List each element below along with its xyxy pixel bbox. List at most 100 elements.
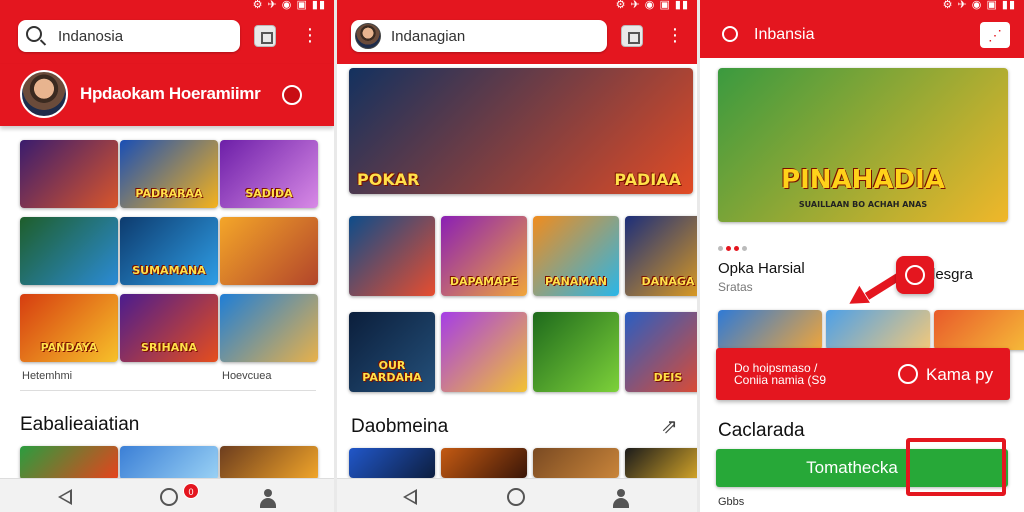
avatar[interactable] xyxy=(20,70,68,118)
game-tile[interactable] xyxy=(533,312,619,392)
search-bar[interactable]: Indanagian xyxy=(351,20,607,52)
panel-line-2: Coniia namia (S9 xyxy=(734,373,827,387)
game-tile[interactable]: PANDAYA xyxy=(20,294,118,362)
game-tile[interactable] xyxy=(220,294,318,362)
game-tile[interactable]: DANAGA xyxy=(625,216,697,296)
play-panel[interactable]: Do hoipsmaso / Coniia namia (S9 Kama py xyxy=(716,348,1010,400)
screen-game-detail: ⚙ ✈ ◉ ▣ ▮▮ Inbansia ⋰ PINAHADIA SUAILLAA… xyxy=(700,0,1024,512)
tile-title: SADIDA xyxy=(245,187,293,200)
game-tile[interactable]: PADRARAA xyxy=(120,140,218,208)
section-title: Caclarada xyxy=(718,420,805,441)
game-tile[interactable]: SADIDA xyxy=(220,140,318,208)
home-icon[interactable] xyxy=(160,488,178,506)
game-tile[interactable]: SUMAMANA xyxy=(120,217,218,285)
tile-title: DANAGA xyxy=(641,275,695,288)
banner-right-text: PADIAA xyxy=(614,170,681,189)
game-tile[interactable] xyxy=(441,312,527,392)
status-icons: ⚙ ✈ ◉ ▣ ▮▮ xyxy=(252,0,326,11)
game-tile[interactable]: PANAMAN xyxy=(533,216,619,296)
game-tile[interactable] xyxy=(625,448,697,478)
grid-label-right: Hoevcuea xyxy=(222,370,272,382)
profile-icon[interactable] xyxy=(260,489,276,509)
timer-icon xyxy=(896,256,934,294)
carousel-indicator[interactable] xyxy=(718,238,750,256)
nav-bar: 0 xyxy=(0,478,334,512)
game-tile[interactable]: DAPAMAPE xyxy=(441,216,527,296)
search-icon[interactable] xyxy=(722,26,738,42)
avatar[interactable] xyxy=(355,23,381,49)
tile-title: DEIS xyxy=(653,371,683,384)
see-more-arrow-icon[interactable]: ⇗ xyxy=(661,414,678,439)
game-tile[interactable] xyxy=(20,140,118,208)
hero-subtitle: SUAILLAAN BO ACHAH ANAS xyxy=(798,200,928,209)
back-icon[interactable] xyxy=(403,489,417,505)
profile-header[interactable]: Hpdaokam Hoeramiimr xyxy=(0,64,334,126)
game-tile[interactable] xyxy=(220,446,318,480)
panel-info: Do hoipsmaso / Coniia namia (S9 xyxy=(734,362,826,386)
highlight-box xyxy=(906,438,1006,496)
cast-icon[interactable] xyxy=(621,25,643,47)
tile-title: SUMAMANA xyxy=(132,264,206,277)
game-tile[interactable] xyxy=(20,217,118,285)
game-tile[interactable] xyxy=(441,448,527,478)
tile-title: OUR PARDAHA xyxy=(362,359,422,384)
play-icon[interactable] xyxy=(898,364,918,384)
app-bar: Inbansia ⋰ xyxy=(700,12,1024,58)
divider xyxy=(20,390,316,391)
more-menu-icon[interactable]: · · · xyxy=(671,19,679,51)
back-icon[interactable] xyxy=(58,489,72,505)
game-subtitle: Sratas xyxy=(718,280,753,294)
game-title: Opka Harsial xyxy=(718,260,805,277)
app-bar: Indanagian · · · xyxy=(337,12,697,64)
game-tile[interactable]: SRIHANA xyxy=(120,294,218,362)
grid-label-left: Hetemhmi xyxy=(22,370,73,382)
game-tile[interactable]: OUR PARDAHA xyxy=(349,312,435,392)
profile-name: Hpdaokam Hoeramiimr xyxy=(80,84,261,103)
featured-banner[interactable]: POKAR PADIAA xyxy=(349,68,693,194)
hero-title: PINAHADIA xyxy=(781,165,945,195)
pointer-arrow-head xyxy=(844,285,870,313)
screenshot-thumb[interactable] xyxy=(826,310,930,350)
game-tile[interactable] xyxy=(120,446,218,480)
game-tile[interactable] xyxy=(349,216,435,296)
game-tile[interactable]: DEIS xyxy=(625,312,697,392)
section-title: Eabalieaiatian xyxy=(20,414,140,435)
search-input[interactable]: Inbansia xyxy=(754,26,815,44)
tile-title: DAPAMAPE xyxy=(449,275,519,288)
more-menu-icon[interactable]: · · · xyxy=(306,19,314,51)
search-input[interactable]: Indanosia xyxy=(58,28,123,45)
tile-title: PADRARAA xyxy=(135,187,203,200)
status-icons: ⚙ ✈ ◉ ▣ ▮▮ xyxy=(942,0,1016,11)
search-input[interactable]: Indanagian xyxy=(391,28,465,45)
side-text: lesgra xyxy=(932,266,973,283)
screen-browse: ⚙ ✈ ◉ ▣ ▮▮ Indanagian · · · POKAR PADIAA D… xyxy=(337,0,697,512)
share-icon[interactable]: ⋰ xyxy=(980,22,1010,48)
nav-bar xyxy=(337,478,697,512)
status-icons: ⚙ ✈ ◉ ▣ ▮▮ xyxy=(615,0,689,11)
footer-text: Gbbs xyxy=(718,496,745,508)
game-tile[interactable] xyxy=(220,217,318,285)
play-button-label[interactable]: Kama py xyxy=(926,365,993,385)
game-tile[interactable] xyxy=(20,446,118,480)
search-bar[interactable]: Indanosia xyxy=(18,20,240,52)
status-bar: ⚙ ✈ ◉ ▣ ▮▮ xyxy=(700,0,1024,12)
screenshot-thumb[interactable] xyxy=(718,310,822,350)
cast-icon[interactable] xyxy=(254,25,276,47)
notification-icon[interactable] xyxy=(282,85,302,105)
screen-home: ⚙ ✈ ◉ ▣ ▮▮ Indanosia · · · Hpdaokam Hoeram… xyxy=(0,0,334,512)
tile-title: PANAMAN xyxy=(545,275,607,288)
notification-badge: 0 xyxy=(183,483,199,499)
hero-banner[interactable]: PINAHADIA SUAILLAAN BO ACHAH ANAS xyxy=(718,68,1008,222)
app-bar: Indanosia · · · xyxy=(0,12,334,64)
game-tile[interactable] xyxy=(533,448,619,478)
game-tile[interactable] xyxy=(349,448,435,478)
status-bar: ⚙ ✈ ◉ ▣ ▮▮ xyxy=(337,0,697,12)
profile-icon[interactable] xyxy=(613,489,629,509)
screenshot-thumb[interactable] xyxy=(934,310,1024,350)
status-bar: ⚙ ✈ ◉ ▣ ▮▮ xyxy=(0,0,334,12)
home-icon[interactable] xyxy=(507,488,525,506)
banner-left-text: POKAR xyxy=(357,170,420,189)
search-icon xyxy=(26,26,42,42)
section-title: Daobmeina xyxy=(351,416,449,437)
tile-title: SRIHANA xyxy=(141,341,197,354)
